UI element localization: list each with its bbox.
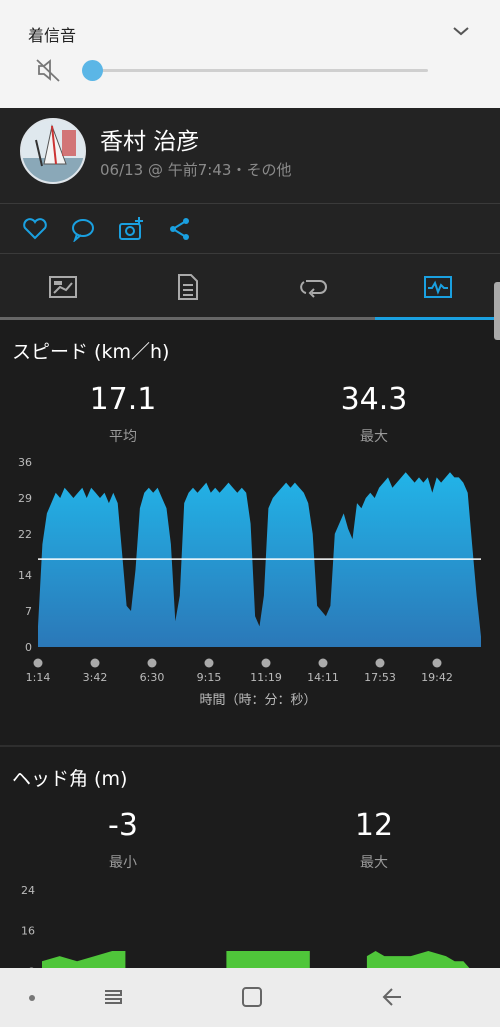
speed-x-tick-marker — [33, 658, 43, 668]
system-nav-bar — [0, 968, 500, 1027]
speed-x-tick-label: 9:15 — [197, 671, 222, 684]
heading-max-value: 12 — [354, 808, 394, 843]
speed-avg-value: 17.1 — [89, 382, 157, 417]
speed-y-tick-label: 29 — [18, 492, 32, 505]
speed-x-tick-marker — [204, 658, 214, 668]
speed-max-value: 34.3 — [340, 382, 408, 417]
add-photo-icon[interactable] — [118, 216, 144, 242]
comment-icon[interactable] — [70, 216, 96, 242]
heading-title: ヘッド角 (m) — [12, 768, 128, 790]
laps-icon — [299, 280, 327, 298]
avatar[interactable] — [20, 118, 86, 184]
speed-x-tick-label: 17:53 — [364, 671, 396, 684]
heading-chart[interactable]: 81624 — [0, 880, 500, 968]
activity-header: 香村 治彦 06/13 @ 午前7:43・その他 — [0, 108, 500, 204]
speed-avg-label: 平均 — [109, 429, 137, 445]
tab-underline — [0, 317, 375, 320]
tab-active-indicator — [375, 317, 500, 320]
tab-bar — [0, 254, 500, 320]
heading-min-value: -3 — [108, 808, 138, 843]
user-name[interactable]: 香村 治彦 — [100, 122, 199, 156]
speed-x-tick-label: 3:42 — [83, 671, 108, 684]
summary-icon — [48, 276, 77, 298]
tab-charts[interactable] — [375, 254, 500, 320]
section-divider — [0, 745, 500, 747]
volume-slider-thumb[interactable] — [82, 60, 103, 81]
speed-x-tick-label: 19:42 — [421, 671, 453, 684]
speed-x-tick-label: 14:11 — [307, 671, 339, 684]
home-icon[interactable] — [241, 985, 263, 1009]
tab-details[interactable] — [125, 254, 250, 320]
details-icon — [177, 274, 198, 300]
volume-panel: 着信音 — [0, 0, 500, 108]
volume-title: 着信音 — [28, 26, 77, 45]
speed-x-tick-label: 1:14 — [26, 671, 51, 684]
mute-icon[interactable] — [34, 56, 62, 84]
heading-y-tick-label: 24 — [21, 884, 35, 897]
like-icon[interactable] — [22, 216, 48, 242]
tab-laps[interactable] — [250, 254, 375, 320]
heading-max-label: 最大 — [360, 855, 388, 871]
speed-x-tick-marker — [261, 658, 271, 668]
recent-apps-icon[interactable] — [101, 985, 125, 1009]
speed-max-label: 最大 — [360, 429, 388, 445]
speed-y-tick-label: 14 — [18, 569, 32, 582]
scroll-handle[interactable] — [494, 282, 500, 340]
speed-x-tick-marker — [432, 658, 442, 668]
tab-summary[interactable] — [0, 254, 125, 320]
charts-icon — [423, 276, 452, 298]
chevron-down-icon[interactable] — [452, 24, 470, 38]
speed-title: スピード (km／h) — [12, 341, 170, 363]
share-icon[interactable] — [167, 216, 193, 242]
speed-y-tick-label: 0 — [25, 641, 32, 654]
speed-x-tick-marker — [375, 658, 385, 668]
nav-dot-icon[interactable] — [29, 995, 35, 1001]
action-bar — [0, 204, 500, 254]
speed-x-tick-label: 6:30 — [140, 671, 165, 684]
speed-x-tick-marker — [318, 658, 328, 668]
speed-y-tick-label: 22 — [18, 528, 32, 541]
activity-meta: 06/13 @ 午前7:43・その他 — [100, 161, 292, 179]
heading-area-series — [42, 951, 470, 968]
back-icon[interactable] — [380, 985, 404, 1009]
speed-x-axis-label: 時間（時：分：秒） — [199, 693, 316, 708]
speed-chart[interactable]: 0 7 14 22 29 36 1:14 3:42 6:30 9:15 11:19 14:11 17:… — [0, 450, 500, 720]
heading-y-tick-label: 16 — [21, 925, 35, 938]
speed-x-tick-marker — [147, 658, 157, 668]
speed-x-tick-marker — [90, 658, 100, 668]
volume-slider-track[interactable] — [92, 69, 428, 72]
speed-y-tick-label: 36 — [18, 456, 32, 469]
heading-min-label: 最小 — [109, 855, 137, 871]
speed-x-tick-label: 11:19 — [250, 671, 282, 684]
speed-y-tick-label: 7 — [25, 605, 32, 618]
